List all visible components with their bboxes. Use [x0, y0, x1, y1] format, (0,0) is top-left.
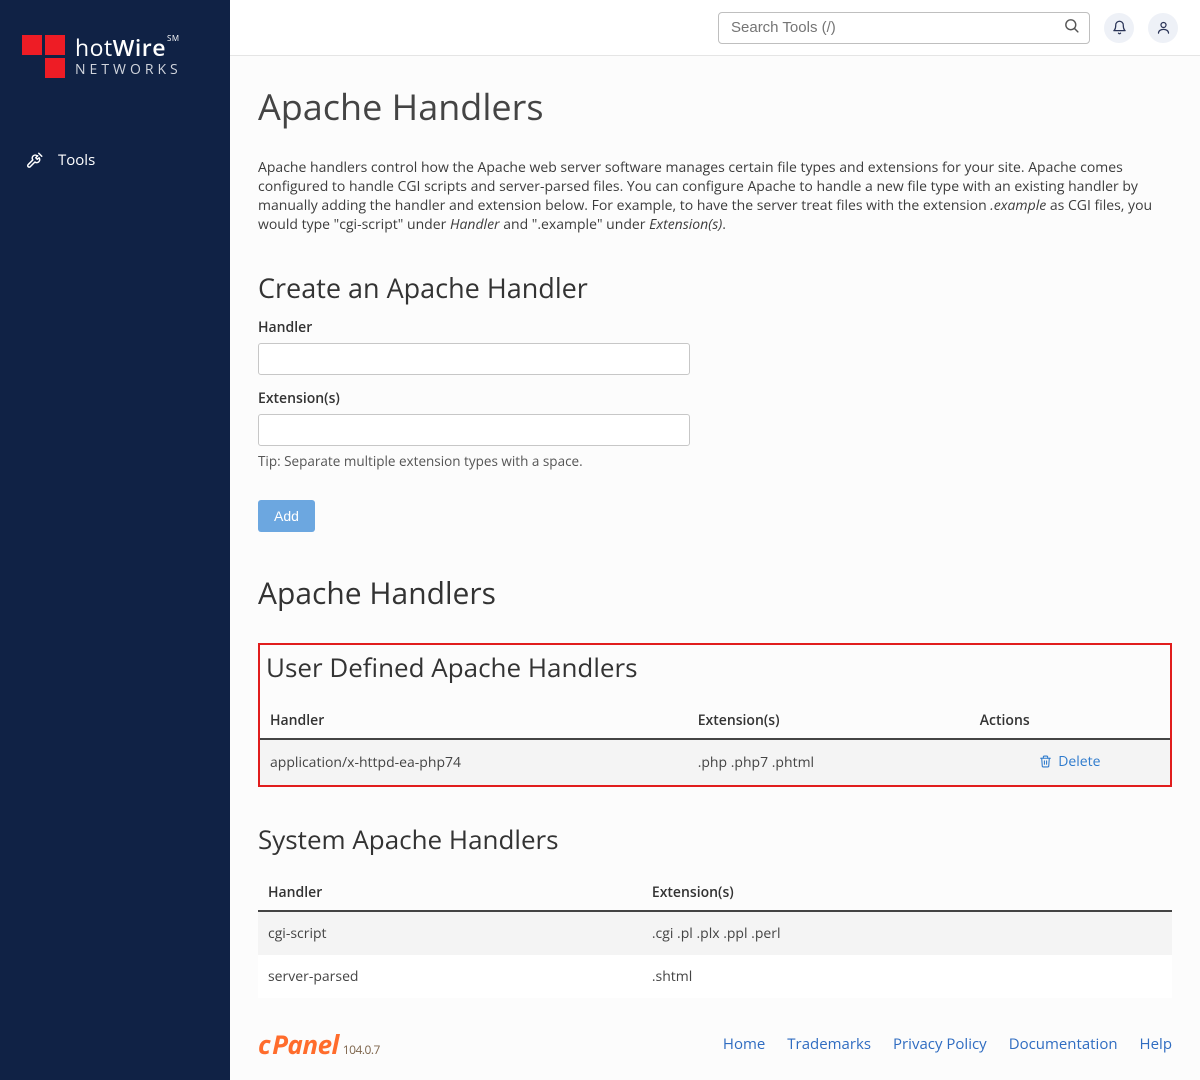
logo-mark	[22, 35, 65, 78]
search-icon[interactable]	[1063, 17, 1080, 39]
cpanel-logo: cPanel 104.0.7	[258, 1026, 380, 1062]
delete-button[interactable]: Delete	[1039, 752, 1100, 771]
brand-sm: SM	[167, 35, 180, 44]
intro-mid2: and ".example" under	[500, 215, 650, 234]
intro-em2: Handler	[450, 215, 500, 234]
cpanel-rest: Panel	[272, 1026, 339, 1062]
user-handlers-table: Handler Extension(s) Actions application…	[260, 703, 1170, 785]
col-ext: Extension(s)	[642, 875, 1172, 911]
cell-handler: server-parsed	[258, 955, 642, 998]
extensions-label: Extension(s)	[258, 389, 1172, 408]
cell-ext: .shtml	[642, 955, 1172, 998]
handler-input[interactable]	[258, 343, 690, 375]
footer-link-privacy[interactable]: Privacy Policy	[893, 1034, 987, 1054]
sidebar-item-label: Tools	[58, 150, 95, 170]
create-heading: Create an Apache Handler	[258, 269, 1172, 306]
col-handler: Handler	[258, 875, 642, 911]
col-actions: Actions	[970, 703, 1170, 739]
delete-label: Delete	[1058, 752, 1100, 771]
table-row: server-parsed .shtml	[258, 955, 1172, 998]
intro-text: Apache handlers control how the Apache w…	[258, 159, 1172, 235]
system-handlers-section: System Apache Handlers Handler Extension…	[258, 821, 1172, 998]
cpanel-version: 104.0.7	[343, 1041, 380, 1058]
list-heading: Apache Handlers	[258, 572, 1172, 613]
col-handler: Handler	[260, 703, 688, 739]
topbar	[230, 0, 1200, 56]
table-row: application/x-httpd-ea-php74 .php .php7 …	[260, 739, 1170, 785]
notifications-button[interactable]	[1104, 13, 1134, 43]
cell-ext: .cgi .pl .plx .ppl .perl	[642, 911, 1172, 955]
search-wrap	[718, 12, 1090, 44]
footer-link-docs[interactable]: Documentation	[1009, 1034, 1118, 1054]
trash-icon	[1039, 755, 1052, 768]
user-icon	[1156, 20, 1171, 35]
search-input[interactable]	[718, 12, 1090, 44]
intro-end: .	[722, 215, 726, 234]
user-menu-button[interactable]	[1148, 13, 1178, 43]
page-title: Apache Handlers	[258, 82, 1172, 131]
cell-handler: cgi-script	[258, 911, 642, 955]
cell-handler: application/x-httpd-ea-php74	[260, 739, 688, 785]
footer-link-home[interactable]: Home	[723, 1034, 765, 1054]
sidebar-item-tools[interactable]: Tools	[0, 138, 230, 182]
tools-icon	[26, 151, 44, 169]
brand-sub: NETWORKS	[75, 62, 182, 77]
table-row: cgi-script .cgi .pl .plx .ppl .perl	[258, 911, 1172, 955]
sidebar: hotWireSM NETWORKS Tools	[0, 0, 230, 1080]
add-button[interactable]: Add	[258, 500, 315, 532]
extensions-input[interactable]	[258, 414, 690, 446]
user-handlers-heading: User Defined Apache Handlers	[260, 645, 1170, 703]
cpanel-c: c	[258, 1026, 270, 1062]
brand-name-prefix: hot	[75, 31, 113, 63]
footer-link-help[interactable]: Help	[1140, 1034, 1172, 1054]
brand-logo: hotWireSM NETWORKS	[0, 25, 230, 108]
col-ext: Extension(s)	[688, 703, 970, 739]
cell-ext: .php .php7 .phtml	[688, 739, 970, 785]
user-handlers-box: User Defined Apache Handlers Handler Ext…	[258, 643, 1172, 787]
system-handlers-heading: System Apache Handlers	[258, 821, 1172, 857]
footer-link-trademarks[interactable]: Trademarks	[787, 1034, 871, 1054]
footer-links: Home Trademarks Privacy Policy Documenta…	[723, 1034, 1172, 1054]
system-handlers-table: Handler Extension(s) cgi-script .cgi .pl…	[258, 875, 1172, 998]
intro-em1: .example	[990, 196, 1046, 215]
brand-name-bold: Wire	[113, 31, 166, 63]
handler-label: Handler	[258, 318, 1172, 337]
bell-icon	[1112, 20, 1127, 35]
intro-em3: Extension(s)	[649, 215, 722, 234]
footer: cPanel 104.0.7 Home Trademarks Privacy P…	[230, 1008, 1200, 1080]
extensions-tip: Tip: Separate multiple extension types w…	[258, 452, 1172, 470]
